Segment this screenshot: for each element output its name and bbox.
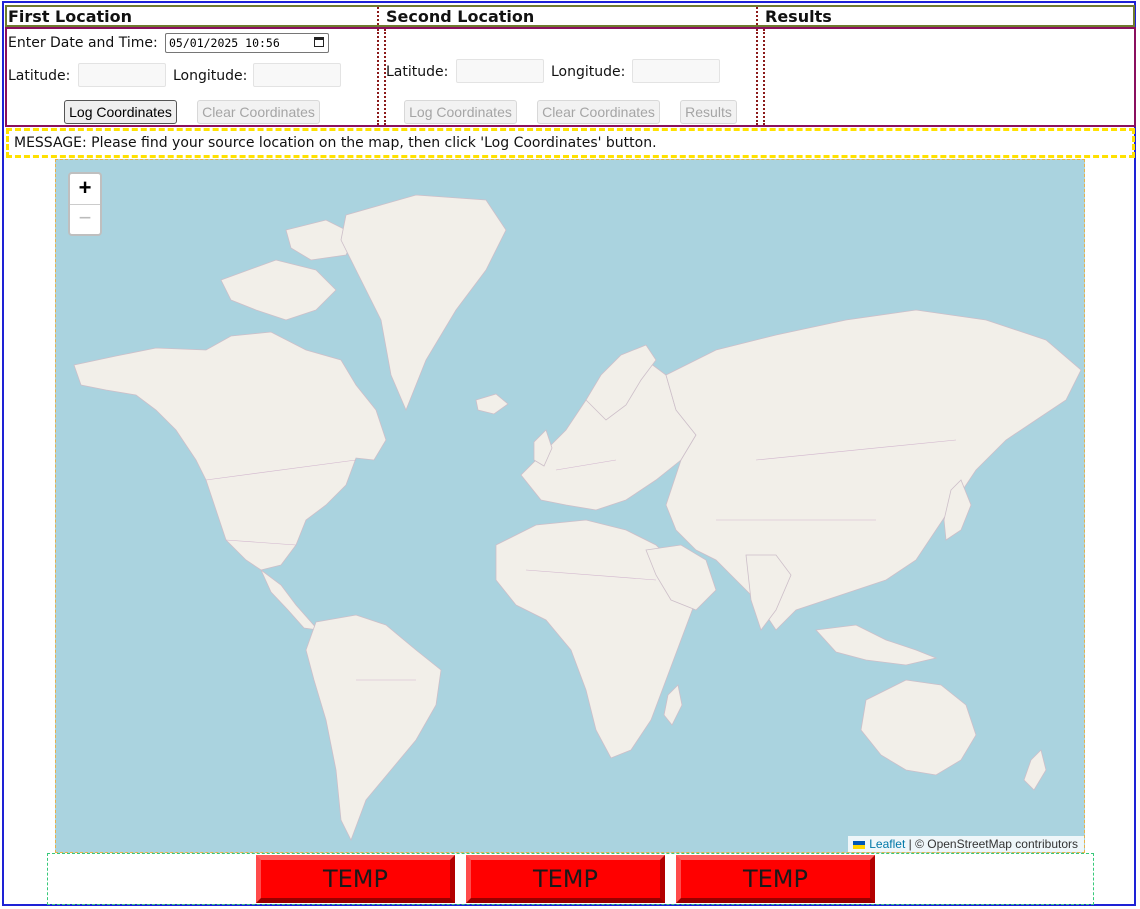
- date-time-value: 05/01/2025 10:56: [169, 36, 280, 50]
- header-row: First Location Second Location Results: [5, 5, 1135, 27]
- bottom-button-bar: TEMP TEMP TEMP: [47, 853, 1094, 905]
- second-log-coordinates-button[interactable]: Log Coordinates: [404, 100, 517, 124]
- results-heading: Results: [765, 7, 832, 26]
- calendar-icon[interactable]: [314, 37, 324, 47]
- zoom-in-button[interactable]: +: [70, 174, 100, 205]
- second-latitude-label: Latitude:: [386, 64, 449, 80]
- first-latitude-input[interactable]: [78, 63, 166, 87]
- attribution-text: | © OpenStreetMap contributors: [908, 837, 1078, 851]
- temp-button-3[interactable]: TEMP: [676, 855, 875, 903]
- second-clear-coordinates-button[interactable]: Clear Coordinates: [537, 100, 660, 124]
- second-longitude-label: Longitude:: [551, 64, 626, 80]
- column-divider: [763, 29, 765, 125]
- date-time-input[interactable]: 05/01/2025 10:56: [165, 33, 329, 53]
- leaflet-link[interactable]: Leaflet: [869, 837, 905, 851]
- controls-panel: Enter Date and Time: 05/01/2025 10:56 La…: [5, 27, 1136, 127]
- temp-button-1[interactable]: TEMP: [256, 855, 455, 903]
- date-time-label: Enter Date and Time:: [8, 35, 158, 51]
- first-longitude-input[interactable]: [253, 63, 341, 87]
- first-location-heading: First Location: [8, 7, 133, 26]
- temp-button-2[interactable]: TEMP: [466, 855, 665, 903]
- column-divider: [377, 29, 379, 125]
- message-banner: MESSAGE: Please find your source locatio…: [6, 128, 1135, 158]
- map-tiles: [56, 160, 1084, 852]
- header-divider: [756, 7, 758, 25]
- world-map[interactable]: + − Leaflet | © OpenStreetMap contributo…: [55, 159, 1085, 853]
- map-attribution: Leaflet | © OpenStreetMap contributors: [848, 836, 1084, 852]
- second-longitude-input[interactable]: [632, 59, 720, 83]
- first-log-coordinates-button[interactable]: Log Coordinates: [64, 100, 177, 124]
- ukraine-flag-icon: [853, 841, 866, 849]
- second-latitude-input[interactable]: [456, 59, 544, 83]
- header-divider: [377, 7, 379, 25]
- first-latitude-label: Latitude:: [8, 68, 71, 84]
- column-divider: [756, 29, 758, 125]
- zoom-out-button[interactable]: −: [70, 204, 100, 234]
- zoom-control: + −: [68, 172, 102, 236]
- results-button[interactable]: Results: [680, 100, 737, 124]
- first-clear-coordinates-button[interactable]: Clear Coordinates: [197, 100, 320, 124]
- first-longitude-label: Longitude:: [173, 68, 248, 84]
- second-location-heading: Second Location: [386, 7, 535, 26]
